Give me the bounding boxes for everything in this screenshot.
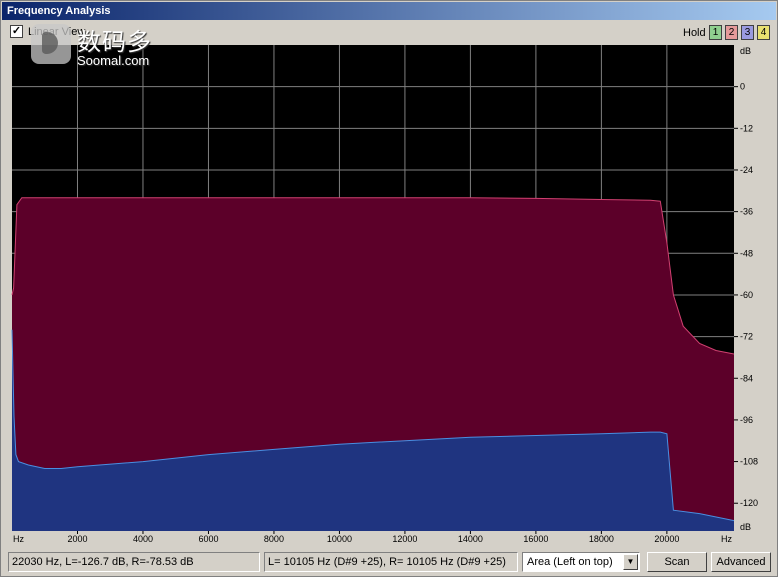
scan-button[interactable]: Scan <box>647 552 707 572</box>
y-tick-label: -36 <box>740 207 753 217</box>
y-tick-label: -12 <box>740 123 753 133</box>
x-tick-label: 4000 <box>133 534 153 544</box>
hold-button-2[interactable]: 2 <box>725 25 738 40</box>
x-tick-label: 14000 <box>458 534 483 544</box>
x-tick-label: 6000 <box>198 534 218 544</box>
y-tick-label: -96 <box>740 415 753 425</box>
x-tick-label: 8000 <box>264 534 284 544</box>
linear-view-checkbox[interactable]: ✓ <box>10 25 23 38</box>
x-tick-label: 16000 <box>523 534 548 544</box>
y-tick-label: -108 <box>740 457 758 467</box>
x-unit-left: Hz <box>13 534 24 544</box>
x-tick-label: 12000 <box>392 534 417 544</box>
hold-button-3[interactable]: 3 <box>741 25 754 40</box>
y-unit-top: dB <box>740 46 751 56</box>
display-mode-select[interactable]: Area (Left on top) ▼ <box>522 552 640 572</box>
peak-readout: L= 10105 Hz (D#9 +25), R= 10105 Hz (D#9 … <box>264 552 518 572</box>
y-tick-label: -60 <box>740 290 753 300</box>
advanced-button[interactable]: Advanced <box>711 552 771 572</box>
window-title: Frequency Analysis <box>2 2 776 20</box>
chevron-down-icon[interactable]: ▼ <box>623 554 638 570</box>
x-unit-right: Hz <box>721 534 732 544</box>
x-tick-label: 10000 <box>327 534 352 544</box>
hold-button-1[interactable]: 1 <box>709 25 722 40</box>
spectrum-plot[interactable]: 0 -12 -24 -36 -48 -60 -72 -84 -96 -108 -120 dB dB 200… <box>9 45 765 546</box>
x-tick-label: 2000 <box>67 534 87 544</box>
watermark: 数码多 Soomal.com <box>31 24 171 70</box>
y-tick-label: -120 <box>740 498 758 508</box>
y-tick-label: -48 <box>740 248 753 258</box>
spectrum-chart[interactable]: 0 -12 -24 -36 -48 -60 -72 -84 -96 -108 -120 dB dB 200… <box>9 45 765 546</box>
soomal-logo-icon <box>31 24 71 64</box>
x-tick-label: 20000 <box>654 534 679 544</box>
x-tick-label: 18000 <box>589 534 614 544</box>
watermark-en-text: Soomal.com <box>77 53 150 68</box>
y-tick-label: -72 <box>740 332 753 342</box>
y-tick-label: -24 <box>740 165 753 175</box>
hold-button-4[interactable]: 4 <box>757 25 770 40</box>
cursor-readout: 22030 Hz, L=-126.7 dB, R=-78.53 dB <box>8 552 260 572</box>
watermark-cn-text: 数码多 <box>77 28 152 56</box>
status-bar: 22030 Hz, L=-126.7 dB, R=-78.53 dB L= 10… <box>1 549 778 577</box>
frequency-analysis-window: Frequency Analysis ✓ Linear View Hold 1 … <box>0 0 778 577</box>
display-mode-value: Area (Left on top) <box>527 556 613 568</box>
hold-label: Hold <box>683 27 706 39</box>
y-tick-label: -84 <box>740 373 753 383</box>
y-tick-label: 0 <box>740 82 745 92</box>
y-unit-bottom: dB <box>740 522 751 532</box>
